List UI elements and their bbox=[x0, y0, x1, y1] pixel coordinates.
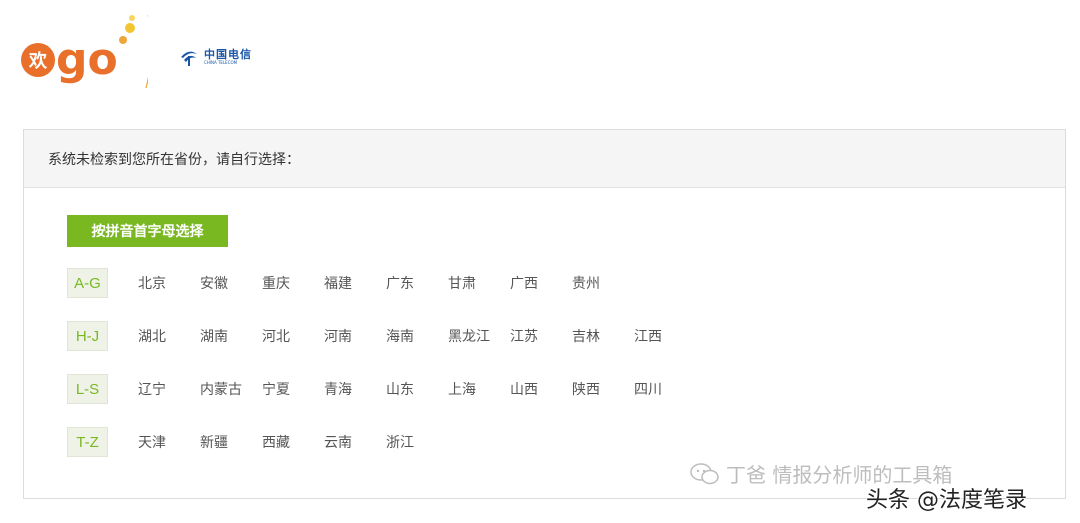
province-link[interactable]: 甘肃 bbox=[448, 273, 510, 293]
province-link[interactable]: 青海 bbox=[324, 379, 386, 399]
province-select-panel: 系统未检索到您所在省份，请自行选择： 按拼音首字母选择 A-G 北京 安徽 重庆… bbox=[23, 129, 1066, 499]
province-link[interactable]: 海南 bbox=[386, 326, 448, 346]
panel-title: 系统未检索到您所在省份，请自行选择： bbox=[48, 151, 300, 168]
telecom-name-en: CHINA TELECOM bbox=[204, 60, 238, 65]
pinyin-sort-button[interactable]: 按拼音首字母选择 bbox=[67, 215, 228, 247]
province-link[interactable]: 内蒙古 bbox=[200, 379, 262, 399]
panel-header: 系统未检索到您所在省份，请自行选择： bbox=[24, 130, 1065, 188]
province-groups: A-G 北京 安徽 重庆 福建 广东 甘肃 广西 贵州 H-J 湖北 湖南 河北… bbox=[67, 265, 696, 477]
telecom-name-cn: 中国电信 bbox=[204, 48, 252, 61]
province-link[interactable]: 河南 bbox=[324, 326, 386, 346]
group-row-a-g: A-G 北京 安徽 重庆 福建 广东 甘肃 广西 贵州 bbox=[67, 265, 696, 301]
province-link[interactable]: 宁夏 bbox=[262, 379, 324, 399]
province-link[interactable]: 山东 bbox=[386, 379, 448, 399]
province-link[interactable]: 贵州 bbox=[572, 273, 634, 293]
province-link[interactable]: 上海 bbox=[448, 379, 510, 399]
province-link[interactable]: 北京 bbox=[138, 273, 200, 293]
province-link[interactable]: 四川 bbox=[634, 379, 696, 399]
province-link[interactable]: 浙江 bbox=[386, 432, 448, 452]
province-link[interactable]: 黑龙江 bbox=[448, 326, 510, 346]
province-link[interactable]: 安徽 bbox=[200, 273, 262, 293]
group-label-t-z[interactable]: T-Z bbox=[67, 427, 108, 457]
group-label-h-j[interactable]: H-J bbox=[67, 321, 108, 351]
province-link[interactable]: 吉林 bbox=[572, 326, 634, 346]
province-link[interactable]: 湖南 bbox=[200, 326, 262, 346]
svg-text:go: go bbox=[56, 34, 118, 85]
telecom-mark-icon bbox=[181, 51, 197, 66]
province-link[interactable]: 云南 bbox=[324, 432, 386, 452]
telecom-wordmark: 中国电信 CHINA TELECOM bbox=[204, 49, 252, 65]
egou-logo[interactable]: 欢 go bbox=[18, 10, 148, 90]
toutiao-watermark: 头条 @法度笔录 bbox=[866, 488, 1027, 513]
group-row-l-s: L-S 辽宁 内蒙古 宁夏 青海 山东 上海 山西 陕西 四川 bbox=[67, 371, 696, 407]
province-link[interactable]: 重庆 bbox=[262, 273, 324, 293]
province-link[interactable]: 西藏 bbox=[262, 432, 324, 452]
province-link[interactable]: 陕西 bbox=[572, 379, 634, 399]
group-row-h-j: H-J 湖北 湖南 河北 河南 海南 黑龙江 江苏 吉林 江西 bbox=[67, 318, 696, 354]
province-link[interactable]: 天津 bbox=[138, 432, 200, 452]
province-link[interactable]: 新疆 bbox=[200, 432, 262, 452]
svg-text:欢: 欢 bbox=[28, 51, 48, 72]
province-link[interactable]: 湖北 bbox=[138, 326, 200, 346]
group-row-t-z: T-Z 天津 新疆 西藏 云南 浙江 bbox=[67, 424, 696, 460]
province-link[interactable]: 广西 bbox=[510, 273, 572, 293]
province-link[interactable]: 山西 bbox=[510, 379, 572, 399]
china-telecom-logo: 中国电信 CHINA TELECOM bbox=[178, 48, 252, 66]
province-link[interactable]: 江西 bbox=[634, 326, 696, 346]
site-header: 欢 go 中国电信 CHINA TELECOM bbox=[18, 10, 418, 90]
group-label-a-g[interactable]: A-G bbox=[67, 268, 108, 298]
wechat-icon bbox=[690, 462, 719, 484]
group-label-l-s[interactable]: L-S bbox=[67, 374, 108, 404]
province-link[interactable]: 河北 bbox=[262, 326, 324, 346]
province-link[interactable]: 福建 bbox=[324, 273, 386, 293]
province-link[interactable]: 江苏 bbox=[510, 326, 572, 346]
province-link[interactable]: 辽宁 bbox=[138, 379, 200, 399]
province-link[interactable]: 广东 bbox=[386, 273, 448, 293]
